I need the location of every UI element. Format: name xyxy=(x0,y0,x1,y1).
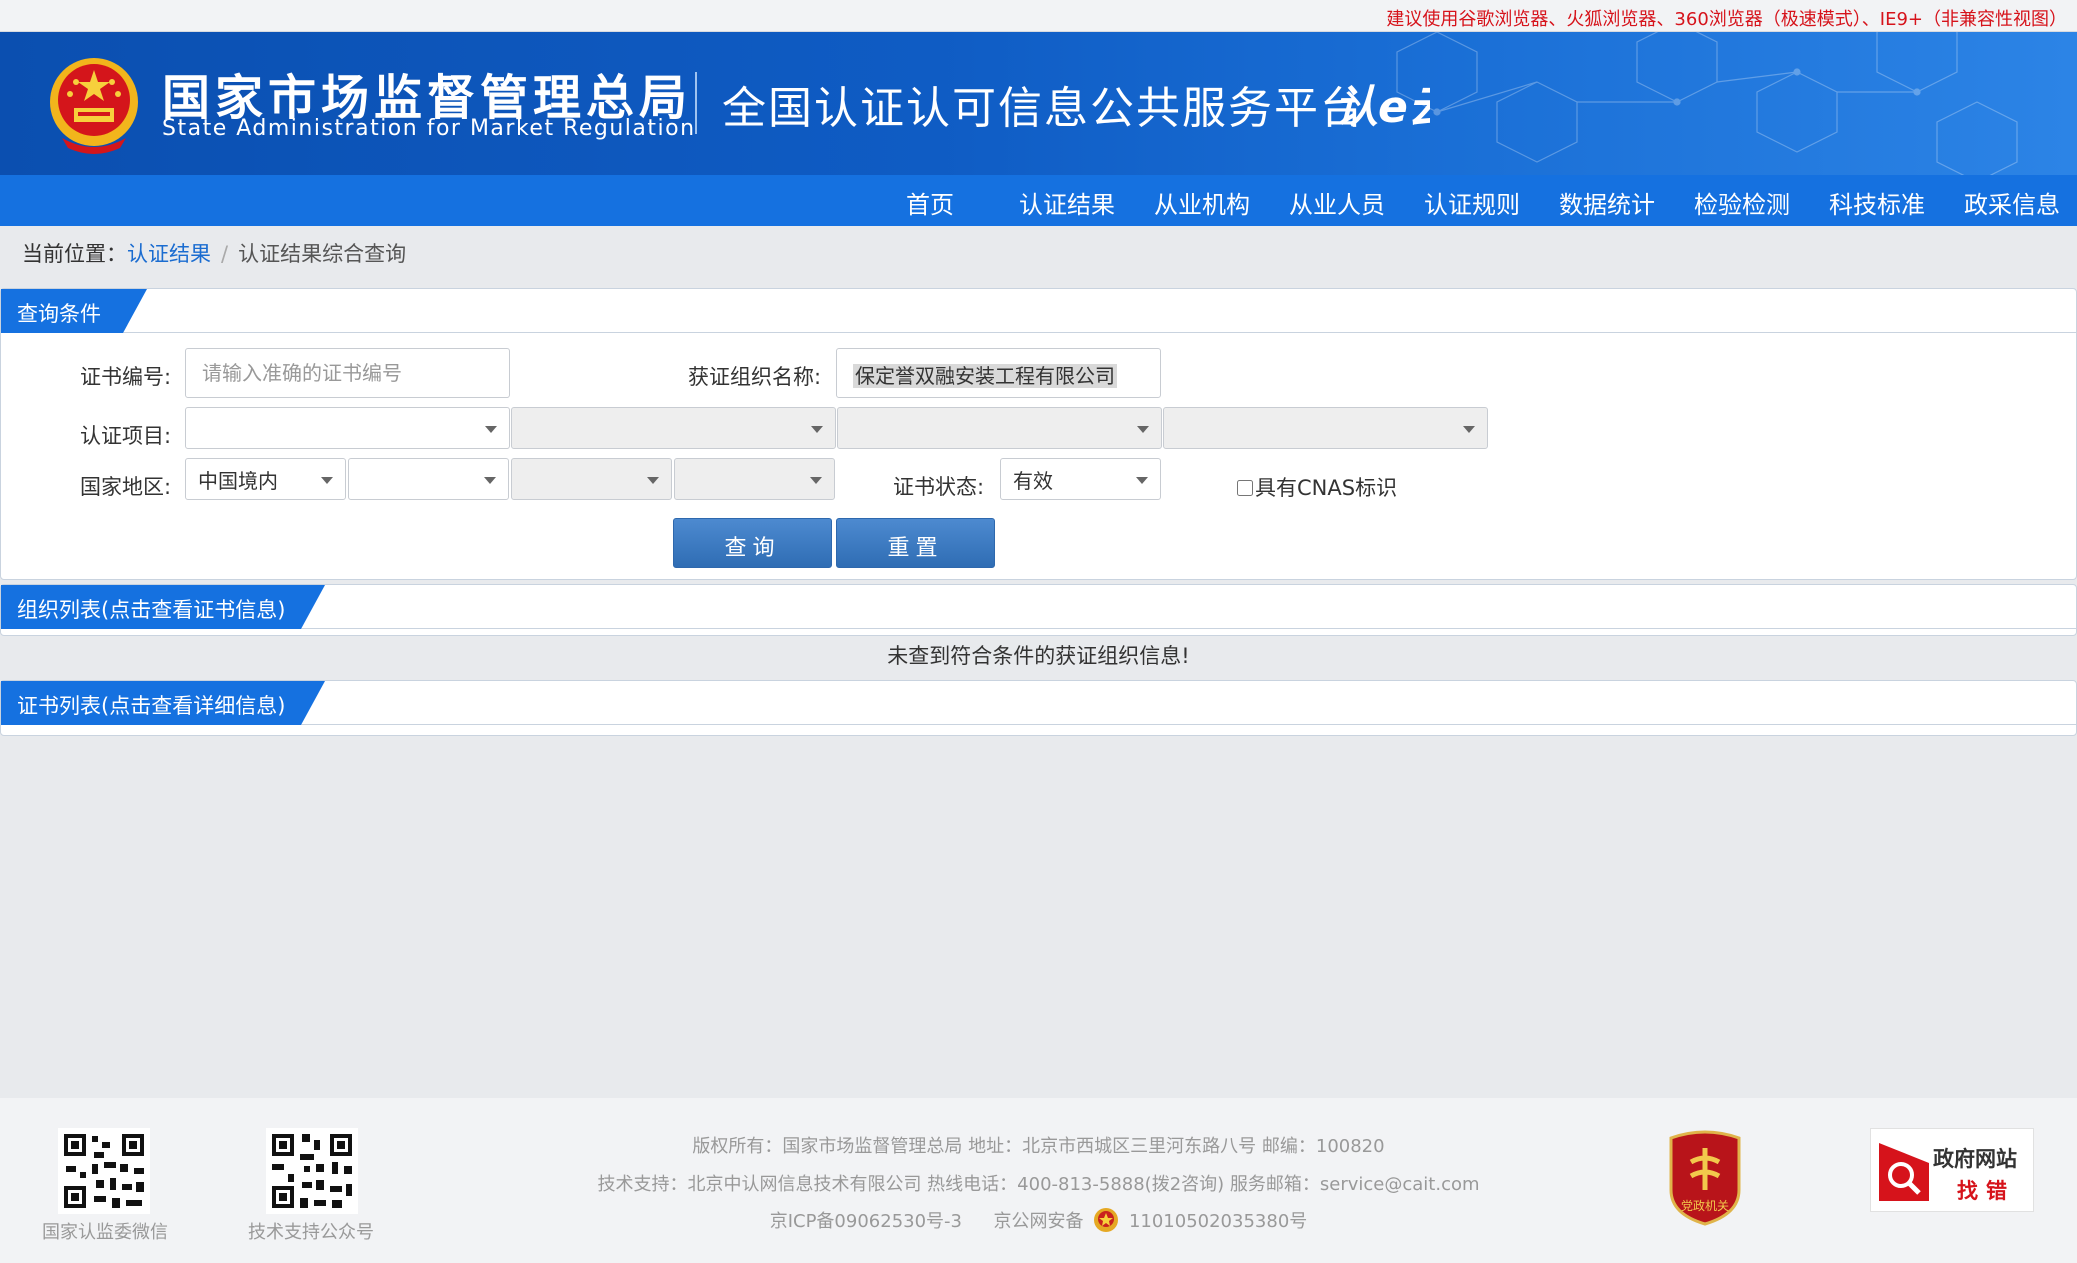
query-panel-header: 查询条件 xyxy=(1,289,2076,333)
chevron-down-icon xyxy=(485,426,497,433)
cert-project-select-4[interactable] xyxy=(1163,407,1488,449)
cert-status-value: 有效 xyxy=(1013,469,1053,493)
chevron-down-icon xyxy=(811,426,823,433)
cnas-checkbox-text: 具有CNAS标识 xyxy=(1255,476,1398,500)
region-select-value: 中国境内 xyxy=(198,469,278,493)
reset-button[interactable]: 重置 xyxy=(836,518,995,568)
region-select-city[interactable] xyxy=(511,458,672,500)
org-name-input[interactable]: 保定誉双融安装工程有限公司 xyxy=(836,348,1161,398)
breadcrumb-link-cert-results[interactable]: 认证结果 xyxy=(127,242,211,266)
region-label: 国家地区: xyxy=(80,475,172,499)
breadcrumb-separator: / xyxy=(221,242,229,266)
national-emblem-icon xyxy=(50,58,138,154)
cert-project-select-1[interactable] xyxy=(185,407,510,449)
footer-icp-line: 京ICP备09062530号-3 京公网安备 11010502035380号 xyxy=(0,1207,2077,1233)
browser-notice-text: 建议使用谷歌浏览器、火狐浏览器、360浏览器（极速模式）、IE9+（非兼容性视图… xyxy=(1386,9,2067,30)
hex-pattern-decoration xyxy=(1396,32,2018,175)
site-header: 国家市场监督管理总局 State Administration for Mark… xyxy=(0,32,2077,175)
org-list-empty-message: 未查到符合条件的获证组织信息! xyxy=(887,644,1190,668)
party-government-badge-icon[interactable]: 党政机关 xyxy=(1665,1130,1745,1226)
chevron-down-icon xyxy=(647,477,659,484)
cert-no-input[interactable] xyxy=(185,348,510,398)
org-list-title: 组织列表(点击查看证书信息) xyxy=(1,585,325,629)
header-divider xyxy=(695,72,697,134)
nav-cert-results[interactable]: 认证结果 xyxy=(1019,185,1115,220)
gov-badge-title: 政府网站 xyxy=(1933,1147,2017,1171)
nav-cert-rules[interactable]: 认证规则 xyxy=(1424,185,1520,220)
svg-text:认e云: 认e云 xyxy=(1334,82,1430,133)
nav-home[interactable]: 首页 xyxy=(906,185,954,220)
police-emblem-icon xyxy=(1094,1208,1119,1232)
cert-project-label: 认证项目: xyxy=(80,424,172,448)
chevron-down-icon xyxy=(321,477,333,484)
main-nav: 首页 认证结果 从业机构 从业人员 认证规则 数据统计 检验检测 科技标准 政采… xyxy=(0,175,2077,226)
cert-project-select-3[interactable] xyxy=(837,407,1162,449)
org-list-panel: 组织列表(点击查看证书信息) xyxy=(0,584,2077,636)
cert-status-select[interactable]: 有效 xyxy=(1000,458,1161,500)
cert-list-header: 证书列表(点击查看详细信息) xyxy=(1,681,2076,725)
magnifier-flag-icon xyxy=(1879,1143,1929,1201)
chevron-down-icon xyxy=(484,477,496,484)
browser-notice-bar: 建议使用谷歌浏览器、火狐浏览器、360浏览器（极速模式）、IE9+（非兼容性视图… xyxy=(0,0,2077,32)
cert-list-title: 证书列表(点击查看详细信息) xyxy=(1,681,325,725)
org-list-header: 组织列表(点击查看证书信息) xyxy=(1,585,2076,629)
svg-text:党政机关: 党政机关 xyxy=(1681,1198,1729,1213)
region-select-country[interactable]: 中国境内 xyxy=(185,458,346,500)
chevron-down-icon xyxy=(1137,426,1149,433)
breadcrumb: 当前位置：认证结果 / 认证结果综合查询 xyxy=(22,238,406,268)
nav-inspection[interactable]: 检验检测 xyxy=(1694,185,1790,220)
breadcrumb-label: 当前位置： xyxy=(22,242,127,266)
breadcrumb-current: 认证结果综合查询 xyxy=(238,242,407,266)
gov-badge-subtitle: 找错 xyxy=(1957,1179,2015,1203)
cert-project-select-2[interactable] xyxy=(511,407,836,449)
gov-website-error-report[interactable]: 政府网站 找错 xyxy=(1870,1128,2034,1212)
search-button[interactable]: 查询 xyxy=(673,518,832,568)
cnas-checkbox[interactable] xyxy=(1237,480,1253,496)
nav-institutions[interactable]: 从业机构 xyxy=(1154,185,1250,220)
chevron-down-icon xyxy=(810,477,822,484)
cnas-checkbox-label[interactable]: 具有CNAS标识 xyxy=(1237,472,1397,502)
nav-standards[interactable]: 科技标准 xyxy=(1829,185,1925,220)
org-name-en: State Administration for Market Regulati… xyxy=(162,116,696,141)
icp-link[interactable]: 京ICP备09062530号-3 xyxy=(770,1211,962,1232)
nav-personnel[interactable]: 从业人员 xyxy=(1289,185,1385,220)
cert-no-label: 证书编号: xyxy=(80,365,172,389)
police-record-number[interactable]: 11010502035380号 xyxy=(1129,1211,1307,1232)
nav-statistics[interactable]: 数据统计 xyxy=(1559,185,1655,220)
footer-copyright-line: 版权所有：国家市场监督管理总局 地址：北京市西城区三里河东路八号 邮编：1008… xyxy=(692,1136,1385,1157)
nav-procurement[interactable]: 政采信息 xyxy=(1964,185,2060,220)
org-name-value: 保定誉双融安装工程有限公司 xyxy=(853,364,1117,388)
chevron-down-icon xyxy=(1136,477,1148,484)
platform-title: 全国认证认可信息公共服务平台 xyxy=(722,83,1366,134)
query-panel-title: 查询条件 xyxy=(1,289,147,333)
org-name-label: 获证组织名称: xyxy=(688,365,822,389)
renyun-logo-icon: 认e云 xyxy=(1334,82,1430,133)
chevron-down-icon xyxy=(1463,426,1475,433)
cert-status-label: 证书状态: xyxy=(893,475,985,499)
police-record-label: 京公网安备 xyxy=(993,1211,1084,1232)
region-select-district[interactable] xyxy=(674,458,835,500)
region-select-province[interactable] xyxy=(348,458,509,500)
cert-list-panel: 证书列表(点击查看详细信息) xyxy=(0,680,2077,736)
footer-support-line: 技术支持：北京中认网信息技术有限公司 热线电话：400-813-5888(拨2咨… xyxy=(597,1174,1480,1195)
